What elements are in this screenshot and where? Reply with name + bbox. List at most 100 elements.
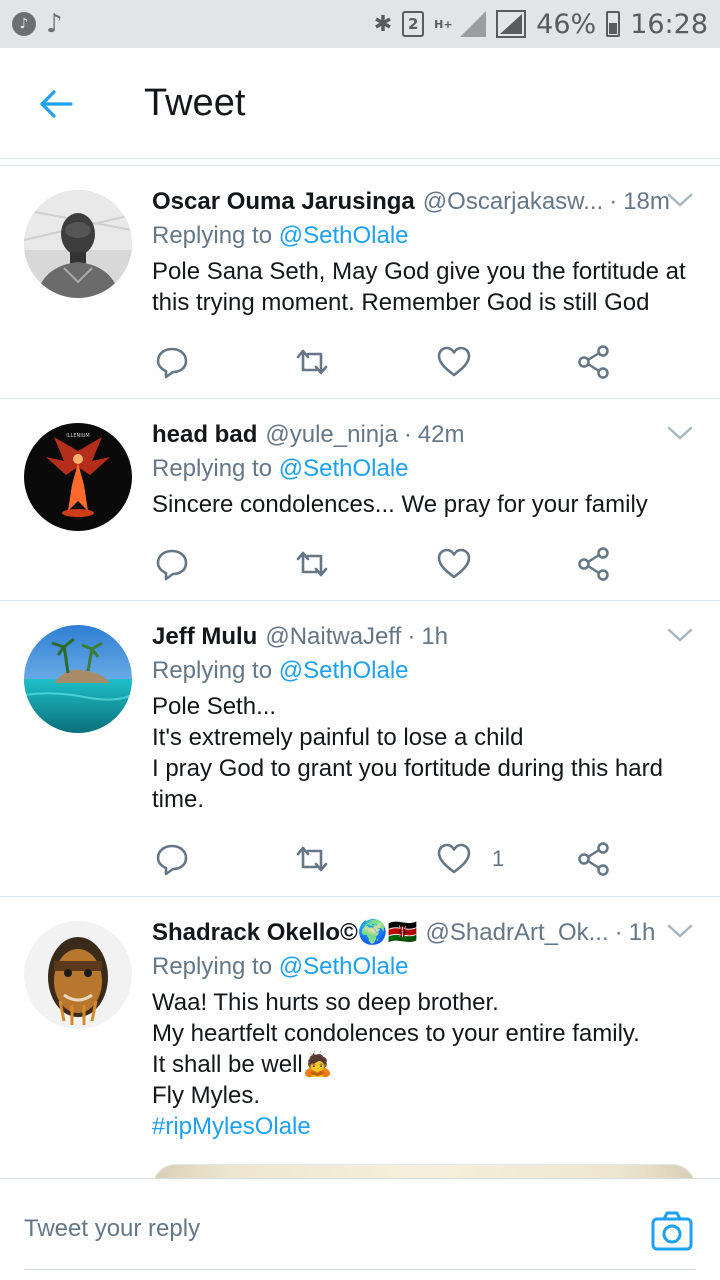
avatar[interactable] [24, 625, 132, 733]
tweet-text: Sincere condolences... We pray for your … [152, 491, 648, 518]
timestamp: 1h [421, 623, 449, 650]
replying-to-label: Replying to [152, 953, 273, 980]
reply-input[interactable]: Tweet your reply [24, 1215, 200, 1243]
tweet-text: Pole Seth... It's extremely painful to l… [152, 693, 663, 813]
replying-to: Replying to @SethOlale [152, 219, 696, 253]
tweet-header: head bad @yule_ninja · 42m [152, 419, 696, 451]
author-name[interactable]: Shadrack Okello©🌍🇰🇪 [152, 917, 418, 949]
tweet[interactable]: Oscar Ouma Jarusinga @Oscarjakasw... · 1… [0, 166, 720, 399]
reply-icon [156, 549, 188, 581]
tweet-actions [152, 332, 696, 408]
heart-icon [437, 548, 471, 579]
mention-link[interactable]: @SethOlale [279, 455, 409, 482]
app-notification-icon: ♪ [12, 12, 36, 36]
like-button[interactable]: 1 [436, 841, 504, 877]
retweet-icon [296, 551, 328, 577]
bluetooth-icon: ✱ [373, 11, 393, 37]
avatar[interactable] [24, 921, 132, 1029]
mention-link[interactable]: @SethOlale [279, 657, 409, 684]
tweet-text: Pole Sana Seth, May God give you the for… [152, 258, 686, 316]
separator-dot: · [609, 188, 618, 215]
reply-composer: Tweet your reply [0, 1178, 720, 1280]
tweet-text-continued: Fly Myles. [152, 1082, 260, 1109]
battery-percent: 46% [536, 8, 597, 40]
timestamp: 42m [417, 421, 465, 448]
retweet-button[interactable] [294, 546, 330, 582]
svg-text:ILLENIUM: ILLENIUM [66, 433, 89, 439]
share-button[interactable] [576, 344, 612, 380]
separator-dot: · [403, 421, 412, 448]
back-button[interactable] [32, 84, 80, 124]
replying-to: Replying to @SethOlale [152, 654, 696, 688]
reply-button[interactable] [154, 841, 190, 877]
app-header: Tweet [0, 48, 720, 160]
page-title: Tweet [144, 82, 246, 124]
camera-icon [651, 1211, 693, 1251]
retweet-icon [296, 846, 328, 872]
chevron-down-icon[interactable] [666, 627, 694, 645]
tweet[interactable]: Shadrack Okello©🌍🇰🇪 @ShadrArt_Ok... · 1h… [0, 897, 720, 1178]
status-bar: ♪ ♪ ✱ 2 H+ 46% 16:28 [0, 0, 720, 48]
share-icon [578, 547, 609, 581]
battery-icon [606, 11, 621, 37]
author-handle[interactable]: @Oscarjakasw... [423, 186, 603, 218]
heart-icon [437, 346, 471, 377]
chevron-down-icon[interactable] [666, 923, 694, 941]
separator-dot: · [614, 919, 623, 946]
tweet[interactable]: ILLENIUM head bad @yule_ninja · 42m Repl… [0, 399, 720, 601]
tweet-header: Shadrack Okello©🌍🇰🇪 @ShadrArt_Ok... · 1h [152, 917, 696, 949]
author-handle[interactable]: @ShadrArt_Ok... [426, 917, 609, 949]
avatar[interactable] [24, 190, 132, 298]
tweet-actions [152, 534, 696, 610]
avatar[interactable]: ILLENIUM [24, 423, 132, 531]
camera-button[interactable] [650, 1209, 694, 1253]
share-icon [578, 842, 609, 876]
heart-icon [437, 843, 471, 874]
author-name[interactable]: Jeff Mulu [152, 621, 257, 653]
replying-to: Replying to @SethOlale [152, 452, 696, 486]
signal-icon [496, 10, 527, 38]
tweet-header: Jeff Mulu @NaitwaJeff · 1h [152, 621, 696, 653]
author-name[interactable]: Oscar Ouma Jarusinga [152, 186, 415, 218]
hashtag-link[interactable]: #ripMylesOlale [152, 1111, 696, 1142]
replying-to-label: Replying to [152, 222, 273, 249]
clock: 16:28 [630, 8, 708, 40]
input-underline [24, 1269, 696, 1270]
tweet-header: Oscar Ouma Jarusinga @Oscarjakasw... · 1… [152, 186, 696, 218]
arrow-left-icon [40, 90, 73, 118]
author-handle[interactable]: @NaitwaJeff [265, 621, 401, 653]
reply-icon [156, 347, 188, 379]
share-button[interactable] [576, 841, 612, 877]
tweet-actions: 1 [152, 829, 696, 905]
mention-link[interactable]: @SethOlale [279, 222, 409, 249]
chevron-down-icon[interactable] [666, 425, 694, 443]
like-count: 1 [492, 846, 505, 871]
media-preview[interactable] [152, 1164, 696, 1178]
retweet-button[interactable] [294, 841, 330, 877]
reply-button[interactable] [154, 344, 190, 380]
retweet-button[interactable] [294, 344, 330, 380]
reply-button[interactable] [154, 546, 190, 582]
replying-to-label: Replying to [152, 455, 273, 482]
separator-dot: · [407, 623, 416, 650]
tweet[interactable]: Jeff Mulu @NaitwaJeff · 1h Replying to @… [0, 601, 720, 897]
like-button[interactable] [436, 344, 492, 380]
share-icon [578, 345, 609, 379]
author-handle[interactable]: @yule_ninja [265, 419, 397, 451]
tweet-text: Waa! This hurts so deep brother. My hear… [152, 989, 640, 1078]
header-divider [0, 158, 720, 159]
retweet-icon [296, 349, 328, 375]
signal-secondary-icon [460, 11, 487, 37]
share-button[interactable] [576, 546, 612, 582]
sim-icon: 2 [402, 11, 425, 37]
chevron-down-icon[interactable] [666, 192, 694, 210]
mention-link[interactable]: @SethOlale [279, 953, 409, 980]
replies-feed[interactable]: Oscar Ouma Jarusinga @Oscarjakasw... · 1… [0, 166, 720, 1178]
reply-icon [156, 844, 188, 876]
author-name[interactable]: head bad [152, 419, 257, 451]
timestamp: 18m [623, 188, 670, 215]
timestamp: 1h [628, 919, 656, 946]
music-note-icon: ♪ [46, 9, 63, 39]
replying-to: Replying to @SethOlale [152, 950, 696, 984]
like-button[interactable] [436, 546, 492, 582]
